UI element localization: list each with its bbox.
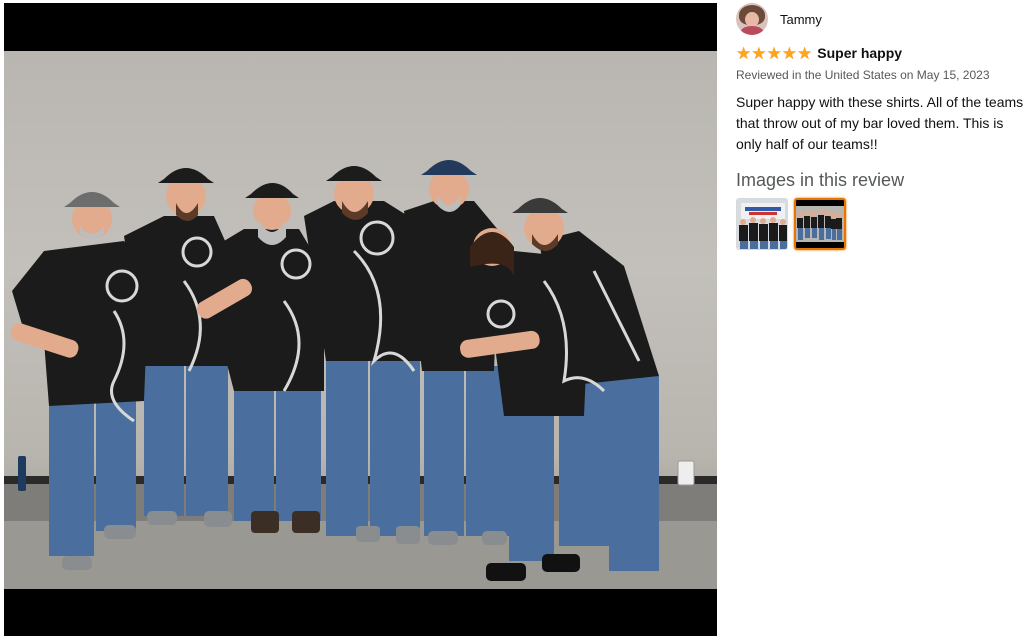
star-icon: ★: [766, 43, 782, 63]
star-icon: ★: [751, 43, 767, 63]
star-icon: ★: [736, 43, 752, 63]
review-body: Super happy with these shirts. All of th…: [736, 94, 1024, 152]
group-photo-illustration: [4, 160, 717, 589]
review-date: Reviewed in the United States on May 15,…: [736, 68, 990, 82]
star-rating[interactable]: ★ ★ ★ ★ ★: [736, 45, 812, 62]
review-thumbnail-1[interactable]: [736, 198, 788, 250]
images-heading: Images in this review: [736, 170, 905, 190]
review-thumbnail-2[interactable]: [794, 198, 846, 250]
rating-title-row: ★ ★ ★ ★ ★ Super happy: [736, 44, 1022, 62]
reviewer-row[interactable]: Tammy: [736, 3, 1022, 35]
reviewer-name[interactable]: Tammy: [780, 12, 822, 27]
review-image-viewer[interactable]: [4, 3, 717, 636]
star-icon: ★: [781, 43, 797, 63]
reviewer-avatar[interactable]: [736, 3, 768, 35]
star-icon: ★: [797, 43, 813, 63]
review-panel: Tammy ★ ★ ★ ★ ★ Super happy Reviewed in …: [736, 3, 1024, 250]
review-title[interactable]: Super happy: [817, 45, 902, 61]
review-thumbnails: [736, 198, 1022, 250]
review-photo: [4, 51, 717, 589]
